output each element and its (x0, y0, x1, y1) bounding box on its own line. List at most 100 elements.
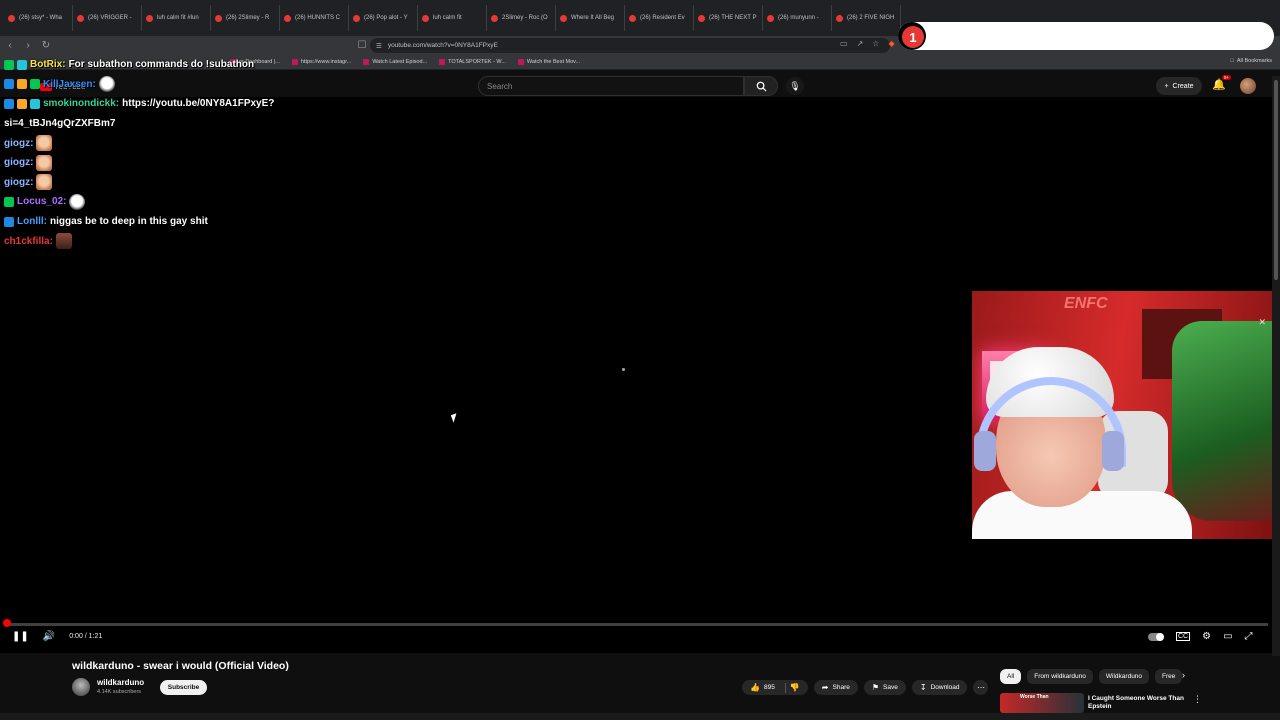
bookmark-icon[interactable]: ☐ (354, 38, 370, 54)
taskbar-strip (0, 713, 1280, 720)
settings-icon[interactable]: ⚙ (1202, 631, 1211, 642)
thumbs-up-icon: 👍 (750, 683, 760, 692)
browser-tab[interactable]: (26) HUNNITS C (280, 5, 349, 31)
mic-button[interactable]: 🎙 (786, 77, 804, 95)
recommendation-thumbnail-text: Worse Than (1020, 694, 1049, 700)
chevron-right-icon[interactable]: › (1182, 670, 1185, 680)
sub-goal-target: 125 (1244, 28, 1268, 44)
star-icon[interactable]: ☆ (872, 39, 879, 48)
bookmark-label: TOTALSPORTEK - W... (448, 59, 506, 65)
chat-badge-icon (4, 196, 14, 207)
shield-icon[interactable]: ◆ (888, 39, 894, 48)
filter-chip[interactable]: Wildkarduno (1098, 669, 1150, 684)
chat-badge-icon (4, 216, 14, 227)
search-button[interactable] (744, 76, 778, 96)
green-flag (1172, 321, 1280, 521)
mic-icon: 🎙 (789, 80, 801, 91)
chat-message: Lonlll: niggas be to deep in this gay shi… (4, 212, 324, 232)
share-button[interactable]: ➦ Share (813, 680, 858, 695)
chat-username: KillJaxsen: (43, 78, 96, 90)
chat-badge-icon (30, 98, 40, 109)
chat-badge-icon (17, 79, 27, 90)
create-button[interactable]: + Create (1156, 77, 1202, 95)
chat-message: smokinondickk: https://youtu.be/0NY8A1FPx… (4, 94, 324, 114)
bookmark-item[interactable]: TOTALSPORTEK - W... (439, 59, 506, 65)
chat-text: si=4_tBJn4gQrZXFBm7 (4, 118, 116, 130)
browser-tab[interactable]: (26) 2Slimey - R (211, 5, 280, 31)
close-icon: ✕ (1258, 317, 1266, 327)
filter-chip[interactable]: Free (1155, 669, 1183, 684)
share-icon[interactable]: ↗ (857, 39, 864, 48)
browser-tab[interactable]: (26) VRIGGER - (73, 5, 142, 31)
download-button[interactable]: ↧ Download (911, 680, 968, 695)
youtube-favicon-icon (698, 14, 705, 22)
subscribe-button[interactable]: Subscribe (160, 680, 207, 695)
chat-text[interactable]: https://youtu.be/0NY8A1FPxyE? (122, 98, 274, 109)
browser-tab[interactable]: (26) munyunn - (763, 5, 832, 31)
browser-tab[interactable]: luh calm fit (418, 5, 487, 31)
reload-icon[interactable]: ↻ (38, 38, 54, 54)
seek-bar[interactable] (6, 623, 1268, 626)
tab-label: (26) 2 FIVE NIGH (847, 15, 895, 21)
more-actions-button[interactable]: ⋯ (973, 680, 989, 695)
chat-badge-icon (4, 98, 14, 109)
bookmark-item[interactable]: Watch the Best Mov... (517, 59, 580, 65)
video-actions: 👍 895 👎 ➦ Share ⚑ Save ↧ Download ⋯ (742, 680, 989, 695)
recommendation-chips: All From wildkarduno Wildkarduno Free (1000, 669, 1183, 684)
browser-tab[interactable]: (26) stsy* - Wha (4, 5, 73, 31)
filter-chip[interactable]: All (1000, 669, 1022, 684)
youtube-favicon-icon (8, 14, 15, 22)
forward-icon[interactable]: › (20, 38, 36, 54)
more-vert-icon[interactable]: ⋮ (1193, 694, 1202, 705)
plus-icon: + (1164, 82, 1169, 90)
video-title: wildkarduno - swear i would (Official Vi… (72, 660, 289, 672)
like-divider (784, 682, 786, 693)
like-button[interactable]: 👍 895 👎 (742, 680, 808, 695)
headset-left-ear (974, 431, 996, 471)
chat-username: giogz: (4, 137, 34, 149)
browser-tab[interactable]: 2Slimey - Roc (O (487, 5, 556, 31)
chat-message: BotRix: For subathon commands do !subatho… (4, 55, 324, 75)
cast-icon[interactable]: ▭ (840, 39, 848, 48)
pause-icon[interactable]: ❚❚ (12, 631, 29, 642)
volume-icon[interactable]: 🔊 (43, 631, 55, 642)
youtube-favicon-icon (560, 14, 567, 22)
chat-text: niggas be to deep in this gay shit (50, 216, 208, 228)
thumbs-down-icon[interactable]: 👎 (790, 683, 800, 692)
chat-username: ch1ckfilla: (4, 235, 53, 247)
autoplay-toggle[interactable] (1148, 632, 1164, 641)
theater-mode-icon[interactable]: ▭ (1223, 631, 1232, 642)
url-input[interactable]: ☰ youtube.com/watch?v=0NY8A1FPxyE (370, 38, 890, 53)
channel-avatar[interactable] (72, 678, 90, 696)
chat-emote-icon (55, 233, 72, 250)
avatar[interactable] (1240, 78, 1256, 94)
browser-tab[interactable]: (26) Pop alot - Y (349, 5, 418, 31)
loading-dot (622, 368, 625, 371)
tab-label: 2Slimey - Roc (O (502, 15, 548, 21)
download-label: Download (930, 684, 960, 691)
browser-tab[interactable]: (26) Resident Ev (625, 5, 694, 31)
captions-icon[interactable]: CC (1176, 632, 1191, 641)
chat-username: giogz: (4, 157, 34, 169)
scrollbar-thumb[interactable] (1274, 80, 1278, 280)
sub-goal-count: 1 (902, 26, 924, 48)
search-input[interactable]: Search (478, 76, 744, 96)
browser-tab[interactable]: Where It All Beg (556, 5, 625, 31)
youtube-favicon-icon (77, 14, 84, 22)
recommendation-title[interactable]: I Caught Someone Worse Than Epstein (1088, 695, 1184, 711)
bookmark-item[interactable]: Watch Latest Episod... (363, 59, 427, 65)
browser-tab[interactable]: (26) 2 FIVE NIGH (832, 5, 901, 31)
all-bookmarks-button[interactable]: □ All Bookmarks (1231, 58, 1272, 64)
youtube-favicon-icon (215, 14, 222, 22)
filter-chip[interactable]: From wildkarduno (1027, 669, 1093, 684)
bookmark-favicon-icon (439, 59, 446, 65)
browser-tab[interactable]: (26) THE NEXT P (694, 5, 763, 31)
notifications-button[interactable]: 🔔 (1212, 78, 1228, 94)
site-info-icon[interactable]: ☰ (376, 42, 382, 50)
channel-name[interactable]: wildkarduno (97, 678, 144, 687)
back-icon[interactable]: ‹ (2, 38, 18, 54)
fullscreen-icon[interactable]: ⤢ (1245, 631, 1253, 642)
browser-tab[interactable]: luh calm fit #lun (142, 5, 211, 31)
save-button[interactable]: ⚑ Save (863, 680, 906, 695)
seek-handle[interactable] (3, 619, 11, 627)
